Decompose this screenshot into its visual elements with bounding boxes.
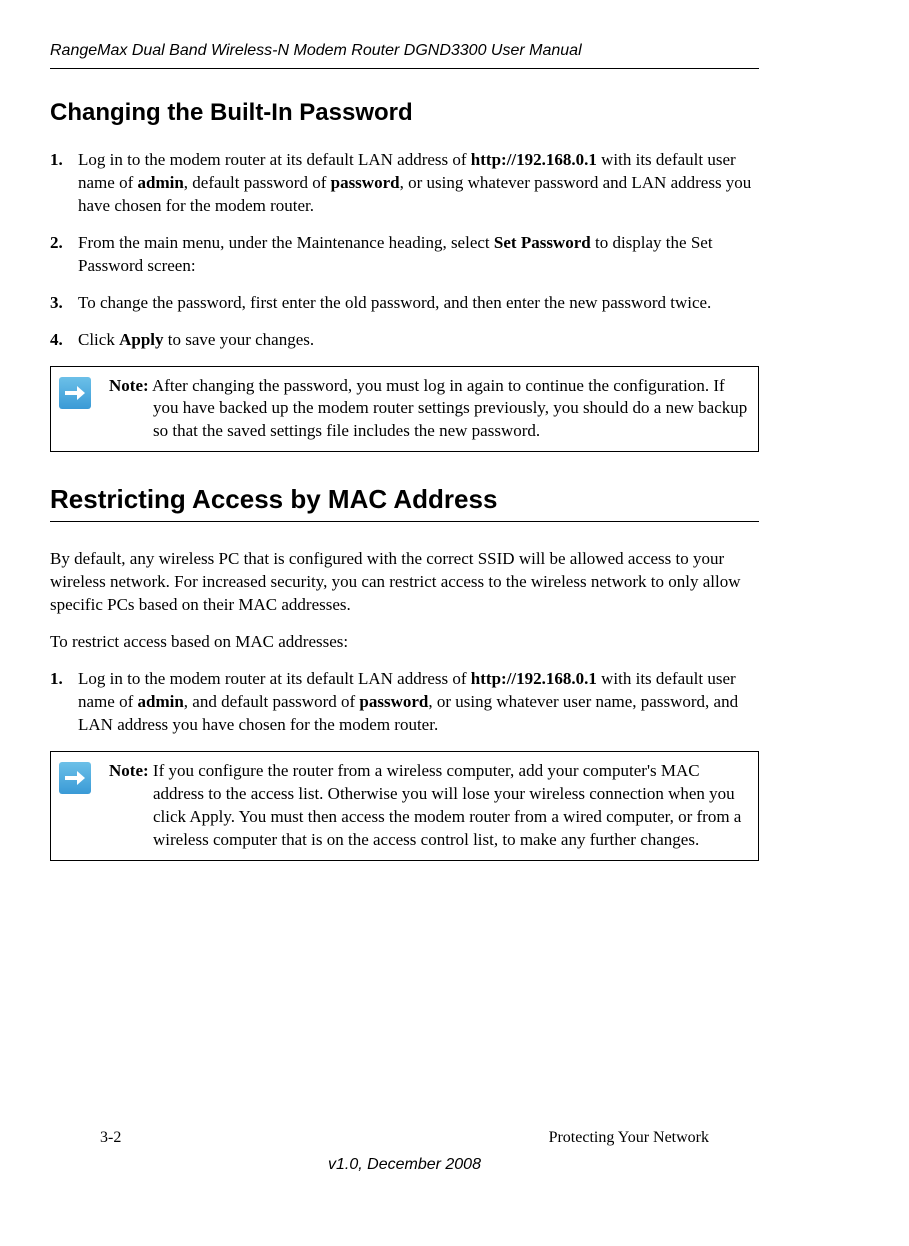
step-bold: Apply <box>119 330 163 349</box>
step-1: 1. Log in to the modem router at its def… <box>50 149 759 218</box>
step-password: password <box>359 692 428 711</box>
step-3: 3. To change the password, first enter t… <box>50 292 759 315</box>
note-body: If you configure the router from a wirel… <box>149 761 742 849</box>
section-heading-mac-address: Restricting Access by MAC Address <box>50 482 759 522</box>
arrow-icon <box>59 377 91 409</box>
step-2: 2. From the main menu, under the Mainten… <box>50 232 759 278</box>
chapter-name: Protecting Your Network <box>549 1127 709 1149</box>
step-number: 4. <box>50 329 63 352</box>
steps-list-2: 1. Log in to the modem router at its def… <box>50 668 759 737</box>
paragraph: To restrict access based on MAC addresse… <box>50 631 759 654</box>
step-text: , default password of <box>184 173 331 192</box>
page-number: 3-2 <box>100 1127 121 1149</box>
version-info: v1.0, December 2008 <box>100 1154 709 1176</box>
arrow-icon <box>59 762 91 794</box>
note-box-2: Note: If you configure the router from a… <box>50 751 759 861</box>
note-label: Note: <box>109 376 149 395</box>
step-password: password <box>331 173 400 192</box>
step-text: to save your changes. <box>164 330 315 349</box>
step-number: 1. <box>50 149 63 172</box>
note-label: Note: <box>109 761 149 780</box>
note-content: Note: After changing the password, you m… <box>109 375 748 444</box>
document-header: RangeMax Dual Band Wireless-N Modem Rout… <box>50 40 759 69</box>
step-number: 2. <box>50 232 63 255</box>
step-bold: Set Password <box>494 233 591 252</box>
note-body: After changing the password, you must lo… <box>149 376 748 441</box>
step-text: Click <box>78 330 119 349</box>
step-url: http://192.168.0.1 <box>471 669 597 688</box>
note-content: Note: If you configure the router from a… <box>109 760 748 852</box>
step-text: , and default password of <box>184 692 360 711</box>
section-heading-changing-password: Changing the Built-In Password <box>50 97 759 129</box>
step-text: Log in to the modem router at its defaul… <box>78 150 471 169</box>
page-footer: 3-2 Protecting Your Network v1.0, Decemb… <box>100 1127 709 1176</box>
step-1: 1. Log in to the modem router at its def… <box>50 668 759 737</box>
step-url: http://192.168.0.1 <box>471 150 597 169</box>
step-text: Log in to the modem router at its defaul… <box>78 669 471 688</box>
step-text: From the main menu, under the Maintenanc… <box>78 233 494 252</box>
step-admin: admin <box>137 692 183 711</box>
steps-list-1: 1. Log in to the modem router at its def… <box>50 149 759 352</box>
step-number: 1. <box>50 668 63 691</box>
paragraph: By default, any wireless PC that is conf… <box>50 548 759 617</box>
step-4: 4. Click Apply to save your changes. <box>50 329 759 352</box>
step-number: 3. <box>50 292 63 315</box>
note-box-1: Note: After changing the password, you m… <box>50 366 759 453</box>
step-admin: admin <box>137 173 183 192</box>
step-text: To change the password, first enter the … <box>78 293 711 312</box>
